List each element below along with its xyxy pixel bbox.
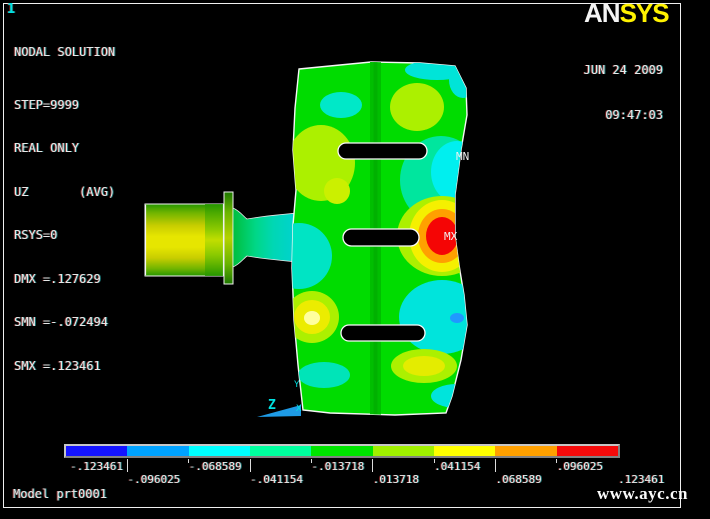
legend-value: .041154: [434, 460, 480, 473]
legend-color-segment: [557, 446, 618, 456]
z-axis-label: Z: [268, 398, 276, 413]
shaft-cylinder-end-band: [205, 204, 223, 276]
contour-blob: [449, 62, 477, 98]
legend-color-segment: [373, 446, 434, 456]
plate-slot-lower: [341, 325, 425, 341]
shaft-assembly: [145, 192, 298, 284]
max-node-label: MX: [444, 230, 458, 243]
legend-value: .013718: [373, 473, 419, 486]
legend-color-segment: [495, 446, 556, 456]
min-node-label: MN: [456, 150, 469, 163]
legend-color-segment: [127, 446, 188, 456]
x-axis-label: X: [296, 404, 302, 414]
legend-tick: [372, 459, 373, 472]
watermark-url: www.ayc.cn: [597, 484, 688, 504]
legend-value: .068589: [495, 473, 541, 486]
contour-plot: MN MX Z Y X: [0, 0, 710, 519]
legend-value: -.068589: [189, 460, 242, 473]
shaft-flange: [224, 192, 233, 284]
contour-blob: [304, 311, 320, 325]
shaft-small-cylinder: [233, 208, 298, 267]
legend-value: -.041154: [250, 473, 303, 486]
legend-value: -.013718: [311, 460, 364, 473]
contour-blob: [298, 362, 350, 388]
legend-tick: [127, 459, 128, 472]
legend-value: .096025: [557, 460, 603, 473]
legend-value: -.096025: [127, 473, 180, 486]
legend-tick: [495, 459, 496, 472]
legend-value: -.123461: [70, 460, 123, 473]
contour-blob: [431, 384, 483, 408]
contour-legend-bar: [64, 444, 620, 458]
plate-slot-middle: [343, 229, 419, 246]
legend-tick: [250, 459, 251, 472]
legend-color-segment: [311, 446, 372, 456]
y-axis-label: Y: [294, 380, 300, 390]
contour-blob: [390, 83, 444, 131]
contour-blob: [403, 356, 445, 376]
axis-triad: Z Y X: [257, 380, 302, 417]
contour-blob-blue: [450, 313, 464, 323]
contour-legend-labels: -.123461 -.096025 -.068589 -.041154 -.013718…: [66, 459, 686, 487]
ansys-graphics-window: 1 NODAL SOLUTION STEP=9999 REAL ONLY UZ …: [0, 0, 710, 519]
legend-color-segment: [434, 446, 495, 456]
model-name: Model prt0001: [13, 487, 107, 501]
legend-color-segment: [189, 446, 250, 456]
legend-color-segment: [66, 446, 127, 456]
contour-blob: [320, 92, 362, 118]
z-axis-arrow: [257, 405, 301, 417]
plate-slot-upper: [338, 143, 427, 159]
legend-color-segment: [250, 446, 311, 456]
contour-blob: [324, 178, 350, 204]
contour-blob: [399, 280, 485, 354]
